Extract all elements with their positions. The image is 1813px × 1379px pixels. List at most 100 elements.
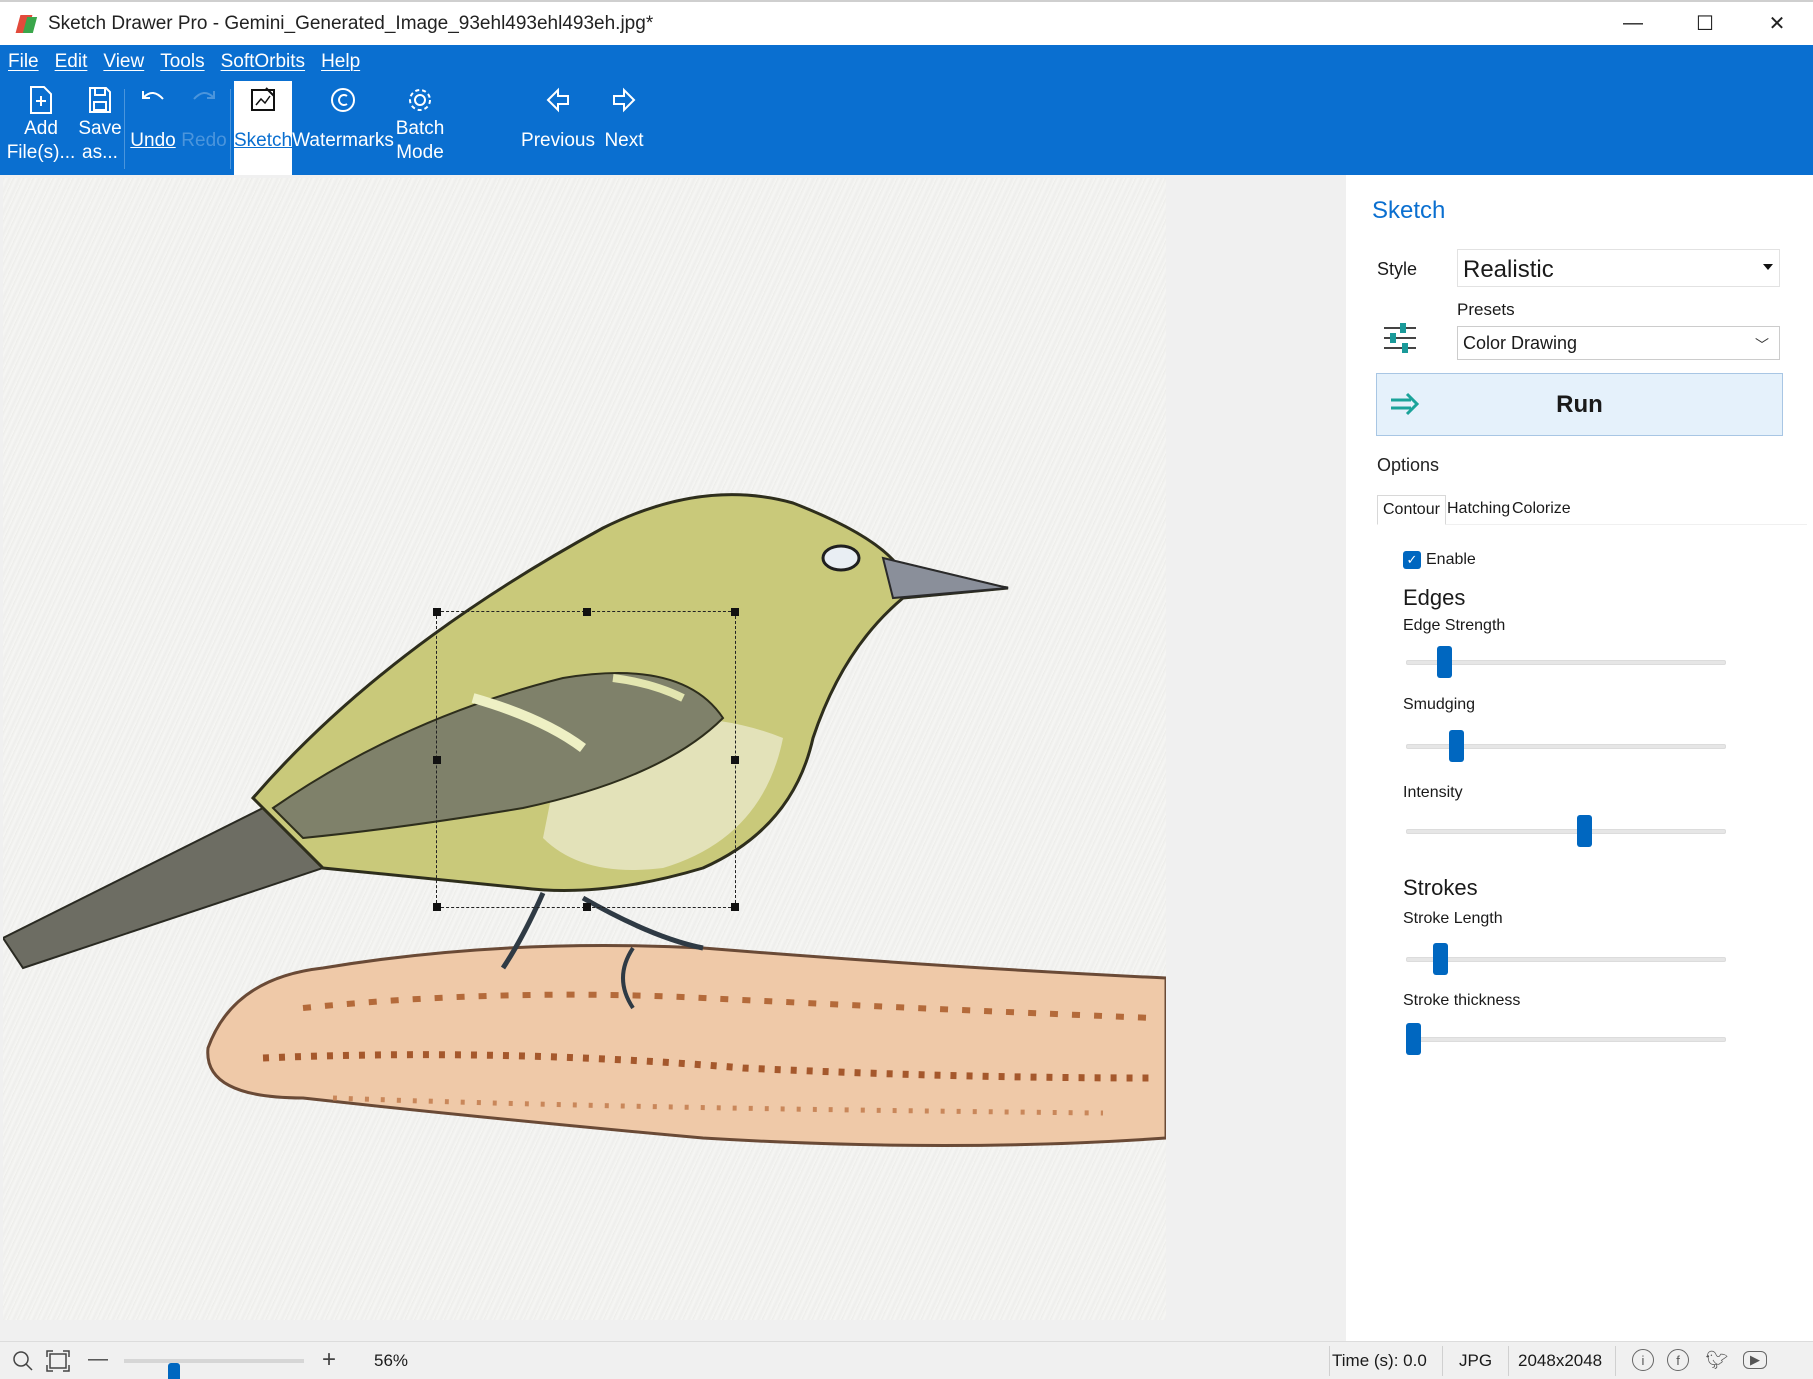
style-label: Style — [1377, 259, 1418, 279]
slider-track — [1406, 957, 1726, 962]
resize-handle[interactable] — [583, 608, 591, 616]
edge-strength-slider[interactable] — [1406, 646, 1726, 680]
style-value: Realistic — [1463, 256, 1554, 283]
slider-track — [1406, 829, 1726, 834]
run-button[interactable]: Run — [1376, 373, 1783, 436]
intensity-slider[interactable] — [1406, 815, 1726, 849]
watermarks-label: Watermarks — [292, 130, 394, 151]
status-divider — [1615, 1346, 1616, 1376]
tab-hatching[interactable]: Hatching — [1442, 495, 1515, 525]
checkmark-icon: ✓ — [1403, 551, 1421, 569]
window-controls: — ☐ ✕ — [1597, 2, 1813, 45]
menu-view[interactable]: View — [103, 51, 144, 73]
batch-mode-button[interactable]: Batch Mode — [394, 81, 446, 175]
edges-heading: Edges — [1403, 585, 1466, 610]
zoom-in-button[interactable]: + — [322, 1346, 336, 1374]
undo-icon — [142, 91, 164, 100]
zoom-out-button[interactable]: — — [88, 1348, 108, 1371]
facebook-icon[interactable]: f — [1667, 1349, 1689, 1371]
arrow-left-icon — [546, 87, 569, 113]
sketch-settings-panel: Sketch Style Realistic Presets Color Dra… — [1346, 175, 1813, 1341]
tab-colorize[interactable]: Colorize — [1507, 495, 1576, 525]
resize-handle[interactable] — [731, 756, 739, 764]
zoom-level: 56% — [374, 1351, 409, 1370]
zoom-search-icon[interactable] — [12, 1350, 34, 1372]
redo-button[interactable]: Redo — [180, 81, 228, 175]
presets-value: Color Drawing — [1463, 333, 1578, 353]
zoom-slider-thumb[interactable] — [167, 1363, 180, 1379]
previous-button[interactable]: Previous — [521, 81, 595, 175]
menu-help[interactable]: Help — [321, 51, 360, 73]
slider-thumb[interactable] — [1406, 1023, 1421, 1055]
watermarks-button[interactable]: Watermarks — [292, 81, 394, 175]
enable-label: Enable — [1426, 551, 1476, 568]
zoom-slider[interactable] — [124, 1359, 304, 1379]
batch-mode-label-1: Batch — [395, 118, 445, 139]
slider-track — [1406, 660, 1726, 665]
stroke-length-slider[interactable] — [1406, 943, 1726, 977]
youtube-icon[interactable]: ▶ — [1743, 1351, 1767, 1369]
undo-label: Undo — [130, 130, 176, 151]
enable-checkbox[interactable]: ✓ Enable — [1403, 551, 1476, 569]
maximize-button[interactable]: ☐ — [1669, 2, 1741, 45]
sketch-icon — [251, 87, 275, 111]
menu-tools[interactable]: Tools — [160, 51, 204, 73]
save-icon — [89, 87, 111, 113]
dropdown-arrow-icon — [1763, 264, 1773, 270]
slider-thumb[interactable] — [1576, 815, 1592, 847]
sketch-image[interactable] — [3, 178, 1166, 1320]
status-divider — [1508, 1346, 1509, 1376]
intensity-label: Intensity — [1403, 784, 1463, 801]
fit-to-screen-icon[interactable] — [46, 1350, 70, 1372]
tab-colorize-label: Colorize — [1512, 500, 1571, 517]
tab-contour[interactable]: Contour — [1377, 495, 1446, 525]
options-label: Options — [1377, 455, 1440, 475]
canvas-area[interactable] — [0, 175, 1346, 1341]
presets-dropdown[interactable]: Color Drawing ﹀ — [1457, 326, 1780, 360]
app-logo-icon — [15, 13, 38, 35]
minimize-icon: — — [1623, 12, 1643, 34]
resize-handle[interactable] — [433, 608, 441, 616]
stroke-thickness-label: Stroke thickness — [1403, 992, 1521, 1009]
add-files-button[interactable]: Add File(s)... — [7, 81, 75, 175]
run-arrow-icon — [1391, 392, 1420, 416]
menu-softorbits[interactable]: SoftOrbits — [221, 51, 305, 73]
resize-handle[interactable] — [731, 608, 739, 616]
menu-file[interactable]: File — [8, 51, 39, 73]
image-dimensions: 2048x2048 — [1518, 1351, 1603, 1370]
redo-icon — [193, 91, 215, 100]
strokes-heading: Strokes — [1403, 875, 1478, 900]
status-divider — [1329, 1346, 1330, 1376]
tab-hatching-label: Hatching — [1447, 500, 1511, 517]
minimize-button[interactable]: — — [1597, 2, 1669, 45]
resize-handle[interactable] — [583, 903, 591, 911]
twitter-icon[interactable]: 🐦︎ — [1706, 1349, 1729, 1371]
menu-edit[interactable]: Edit — [55, 51, 88, 73]
next-button[interactable]: Next — [598, 81, 650, 175]
undo-button[interactable]: Undo — [128, 81, 178, 175]
resize-handle[interactable] — [731, 903, 739, 911]
tab-contour-label: Contour — [1383, 501, 1440, 518]
edge-strength-label: Edge Strength — [1403, 617, 1506, 634]
close-button[interactable]: ✕ — [1741, 2, 1813, 45]
style-dropdown[interactable]: Realistic — [1457, 249, 1780, 287]
maximize-icon: ☐ — [1696, 13, 1714, 35]
slider-thumb[interactable] — [1433, 943, 1449, 975]
stroke-thickness-slider[interactable] — [1406, 1023, 1726, 1057]
close-icon: ✕ — [1768, 13, 1786, 35]
slider-thumb[interactable] — [1448, 730, 1464, 762]
copyright-icon — [331, 88, 355, 112]
slider-thumb[interactable] — [1436, 646, 1452, 678]
panel-title: Sketch — [1372, 197, 1446, 224]
resize-handle[interactable] — [433, 903, 441, 911]
smudging-slider[interactable] — [1406, 730, 1726, 764]
info-icon[interactable]: i — [1632, 1349, 1654, 1371]
toolbar-divider — [124, 89, 125, 169]
selection-rectangle[interactable] — [433, 608, 739, 911]
window-title: Sketch Drawer Pro - Gemini_Generated_Ima… — [48, 12, 654, 34]
save-as-button[interactable]: Save as... — [76, 81, 124, 175]
sketch-tab-button[interactable]: Sketch — [234, 81, 292, 175]
stroke-length-label: Stroke Length — [1403, 910, 1503, 927]
resize-handle[interactable] — [433, 756, 441, 764]
save-as-label-1: Save — [78, 118, 122, 139]
